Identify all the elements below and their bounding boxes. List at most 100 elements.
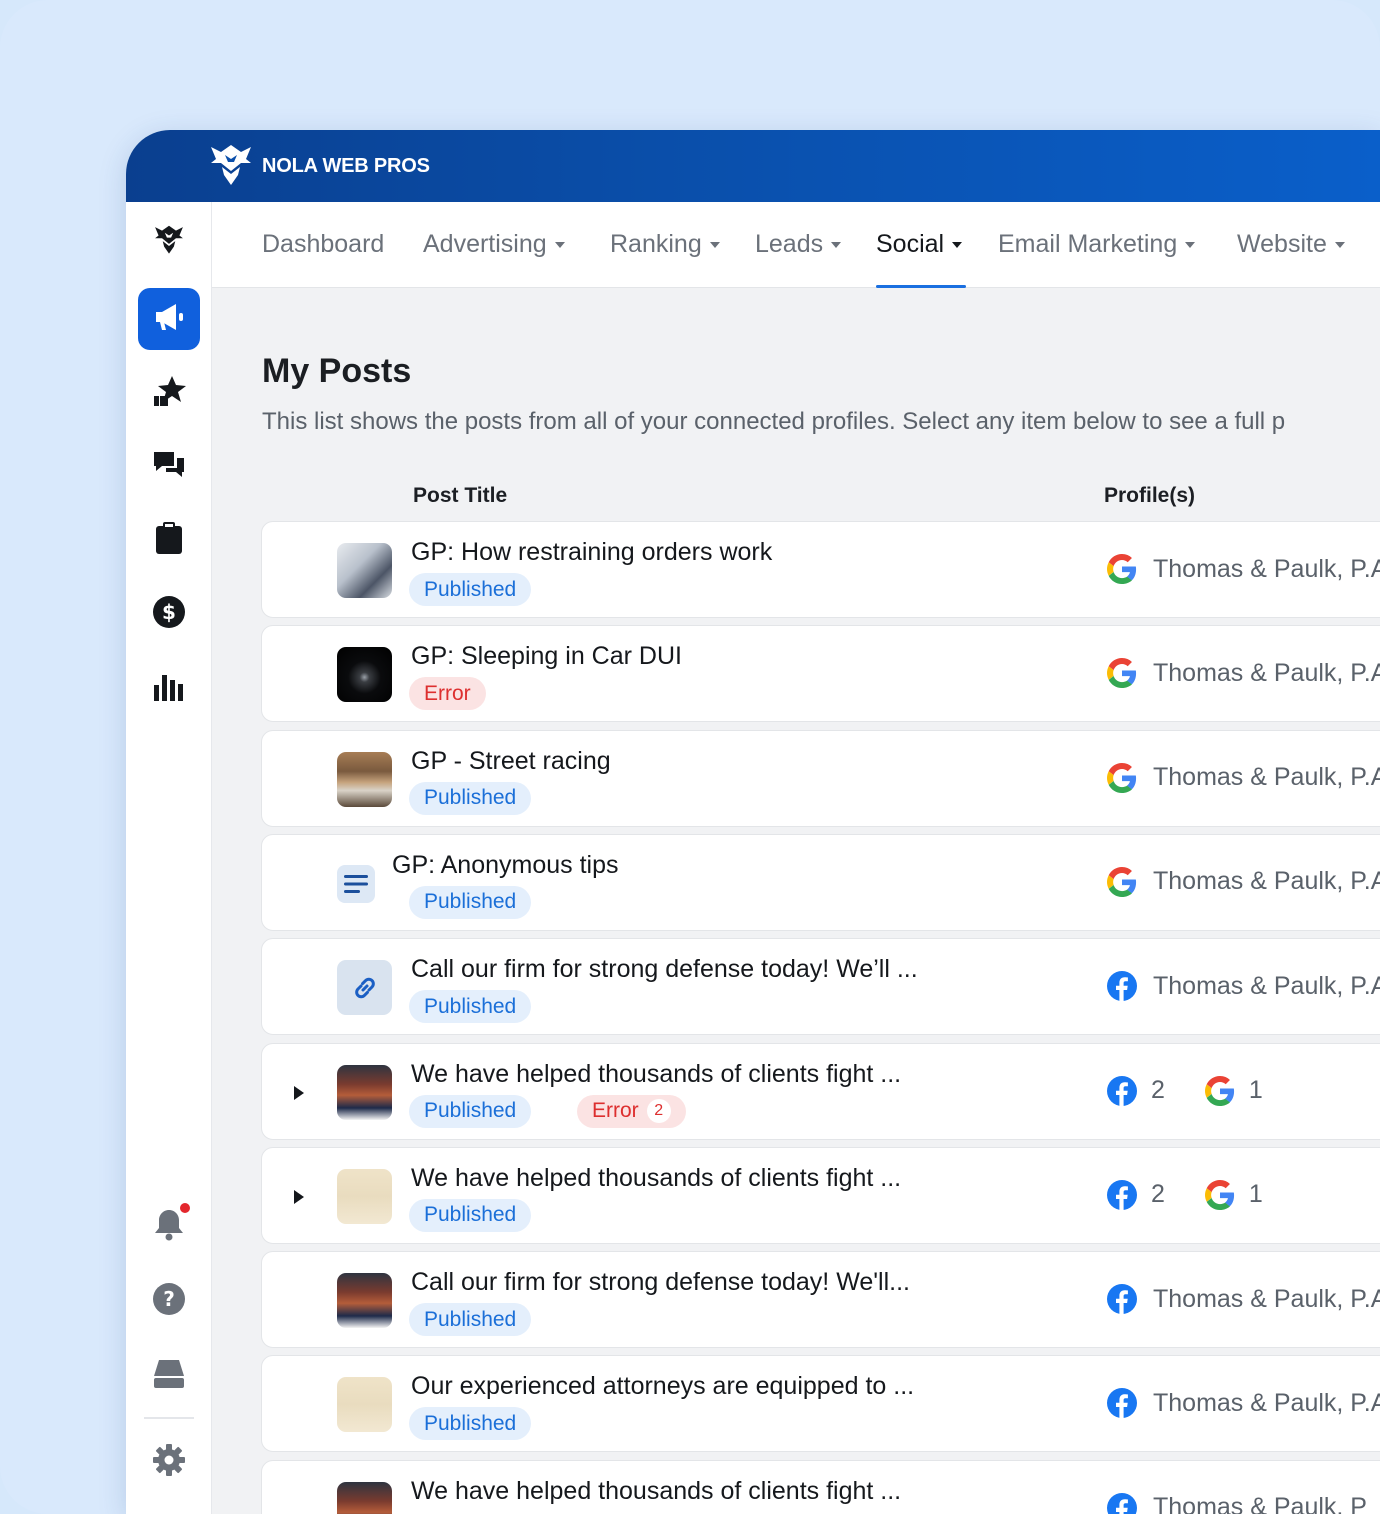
top-nav: Dashboard Advertising Ranking Leads Soci… xyxy=(212,202,1380,288)
post-title[interactable]: GP: Sleeping in Car DUI xyxy=(411,642,682,671)
status-label: Published xyxy=(424,786,517,810)
dollar-icon: $ xyxy=(152,595,186,634)
post-title[interactable]: We have helped thousands of clients figh… xyxy=(411,1164,901,1193)
status-label: Published xyxy=(424,1203,517,1227)
column-header-profiles[interactable]: Profile(s) xyxy=(1104,484,1195,508)
table-row[interactable]: Call our firm for strong defense today! … xyxy=(261,938,1380,1036)
caret-down-icon xyxy=(831,241,842,248)
profile-cell: 21 xyxy=(1107,1075,1303,1106)
post-title[interactable]: We have helped thousands of clients figh… xyxy=(411,1060,901,1089)
tab-label: Ranking xyxy=(610,230,702,258)
bar-chart-icon xyxy=(152,669,186,708)
profile-count: 1 xyxy=(1248,1076,1263,1104)
profile-cell: Thomas & Paulk, P.A xyxy=(1107,762,1380,793)
post-title[interactable]: We have helped thousands of clients figh… xyxy=(411,1477,901,1506)
post-title[interactable]: Call our firm for strong defense today! … xyxy=(411,955,918,984)
svg-text:$: $ xyxy=(162,600,176,624)
table-row[interactable]: We have helped thousands of clients figh… xyxy=(261,1042,1380,1140)
sidebar: $ ? xyxy=(126,202,212,1514)
table-row[interactable]: GP: How restraining orders work Published… xyxy=(261,521,1380,618)
error-count: 2 xyxy=(646,1099,671,1123)
table-row[interactable]: We have helped thousands of clients figh… xyxy=(261,1146,1380,1244)
status-badge: Published xyxy=(409,1407,532,1441)
tab-leads[interactable]: Leads xyxy=(755,230,842,259)
sidebar-item-messages[interactable] xyxy=(138,436,200,498)
post-thumbnail xyxy=(337,1273,392,1329)
table-row[interactable]: Our experienced attorneys are equipped t… xyxy=(261,1355,1380,1453)
facebook-icon xyxy=(1107,1492,1137,1514)
tab-dashboard[interactable]: Dashboard xyxy=(262,230,384,259)
tab-label: Dashboard xyxy=(262,230,385,258)
caret-down-icon xyxy=(709,241,720,248)
post-title[interactable]: GP - Street racing xyxy=(411,747,611,776)
post-title[interactable]: GP: Anonymous tips xyxy=(392,851,619,880)
active-tab-indicator xyxy=(876,285,966,288)
status-label: Error xyxy=(424,681,471,705)
post-thumbnail xyxy=(337,1064,392,1120)
brand-logo-icon xyxy=(208,141,254,192)
chat-icon xyxy=(152,448,186,487)
post-thumbnail xyxy=(337,1377,392,1433)
app-window: NOLA WEB PROS $ ? Dashboard Advertising … xyxy=(126,130,1380,1514)
post-thumbnail xyxy=(337,1481,392,1514)
tab-email-marketing[interactable]: Email Marketing xyxy=(998,230,1196,259)
sidebar-help[interactable]: ? xyxy=(138,1270,200,1332)
profile-count: 2 xyxy=(1151,1180,1165,1209)
status-label: Error xyxy=(592,1099,639,1122)
table-row[interactable]: GP: Anonymous tips Published Thomas & Paul… xyxy=(261,833,1380,931)
status-label: Published xyxy=(424,994,517,1018)
sidebar-item-reports[interactable] xyxy=(138,657,200,719)
caret-down-icon xyxy=(1334,241,1345,248)
facebook-icon xyxy=(1107,1179,1137,1210)
sidebar-item-reviews[interactable] xyxy=(138,362,200,424)
post-title[interactable]: GP: How restraining orders work xyxy=(411,538,772,567)
profile-name: Thomas & Paulk, P xyxy=(1153,1493,1367,1514)
svg-text:?: ? xyxy=(163,1287,175,1311)
google-icon xyxy=(1107,866,1137,897)
tab-social[interactable]: Social xyxy=(876,230,963,259)
profile-cell: Thomas & Paulk, P xyxy=(1107,1492,1367,1514)
status-label: Published xyxy=(424,1411,517,1435)
status-badge: Published xyxy=(409,573,532,606)
post-title[interactable]: Our experienced attorneys are equipped t… xyxy=(411,1372,914,1401)
profile-cell: Thomas & Paulk, P.A xyxy=(1107,971,1380,1002)
expand-arrow-icon[interactable] xyxy=(294,1085,304,1100)
status-label: Published xyxy=(424,890,517,914)
brand[interactable]: NOLA WEB PROS xyxy=(208,144,430,188)
post-title[interactable]: Call our firm for strong defense today! … xyxy=(411,1268,910,1297)
status-badge: Published xyxy=(409,990,532,1024)
profile-name: Thomas & Paulk, P.A xyxy=(1153,763,1380,792)
google-icon xyxy=(1204,1179,1235,1210)
tab-label: Social xyxy=(876,230,945,258)
status-badge: Published xyxy=(409,1198,532,1232)
status-badge: Error 2 xyxy=(577,1094,686,1128)
link-icon xyxy=(337,960,392,1016)
main-content: Dashboard Advertising Ranking Leads Soci… xyxy=(212,202,1380,1514)
sidebar-item-billing[interactable]: $ xyxy=(138,583,200,645)
table-row[interactable]: Call our firm for strong defense today! … xyxy=(261,1251,1380,1349)
status-badge: Error xyxy=(409,677,486,711)
status-badge: Published xyxy=(409,1094,532,1128)
sidebar-notifications[interactable] xyxy=(138,1195,200,1257)
tab-ranking[interactable]: Ranking xyxy=(610,230,720,259)
caret-down-icon xyxy=(554,241,565,248)
facebook-icon xyxy=(1107,971,1137,1002)
sidebar-inbox[interactable] xyxy=(138,1344,200,1406)
post-thumbnail xyxy=(337,647,392,703)
status-badge: Published xyxy=(409,781,532,815)
sidebar-home[interactable] xyxy=(138,210,200,272)
sidebar-item-social[interactable] xyxy=(138,288,200,350)
table-row[interactable]: We have helped thousands of clients figh… xyxy=(261,1459,1380,1514)
sidebar-item-tasks[interactable] xyxy=(138,509,200,571)
tab-advertising[interactable]: Advertising xyxy=(423,230,565,259)
caret-down-icon xyxy=(952,241,963,248)
text-post-icon xyxy=(337,864,375,903)
post-thumbnail xyxy=(337,1168,392,1224)
expand-arrow-icon[interactable] xyxy=(294,1189,304,1204)
tab-website[interactable]: Website xyxy=(1237,230,1345,259)
sidebar-settings[interactable] xyxy=(138,1431,200,1493)
tab-label: Website xyxy=(1237,230,1327,258)
table-row[interactable]: GP: Sleeping in Car DUI Error Thomas & Pau… xyxy=(261,625,1380,723)
table-row[interactable]: GP - Street racing Published Thomas & Paul… xyxy=(261,729,1380,827)
column-header-post-title[interactable]: Post Title xyxy=(413,484,507,508)
